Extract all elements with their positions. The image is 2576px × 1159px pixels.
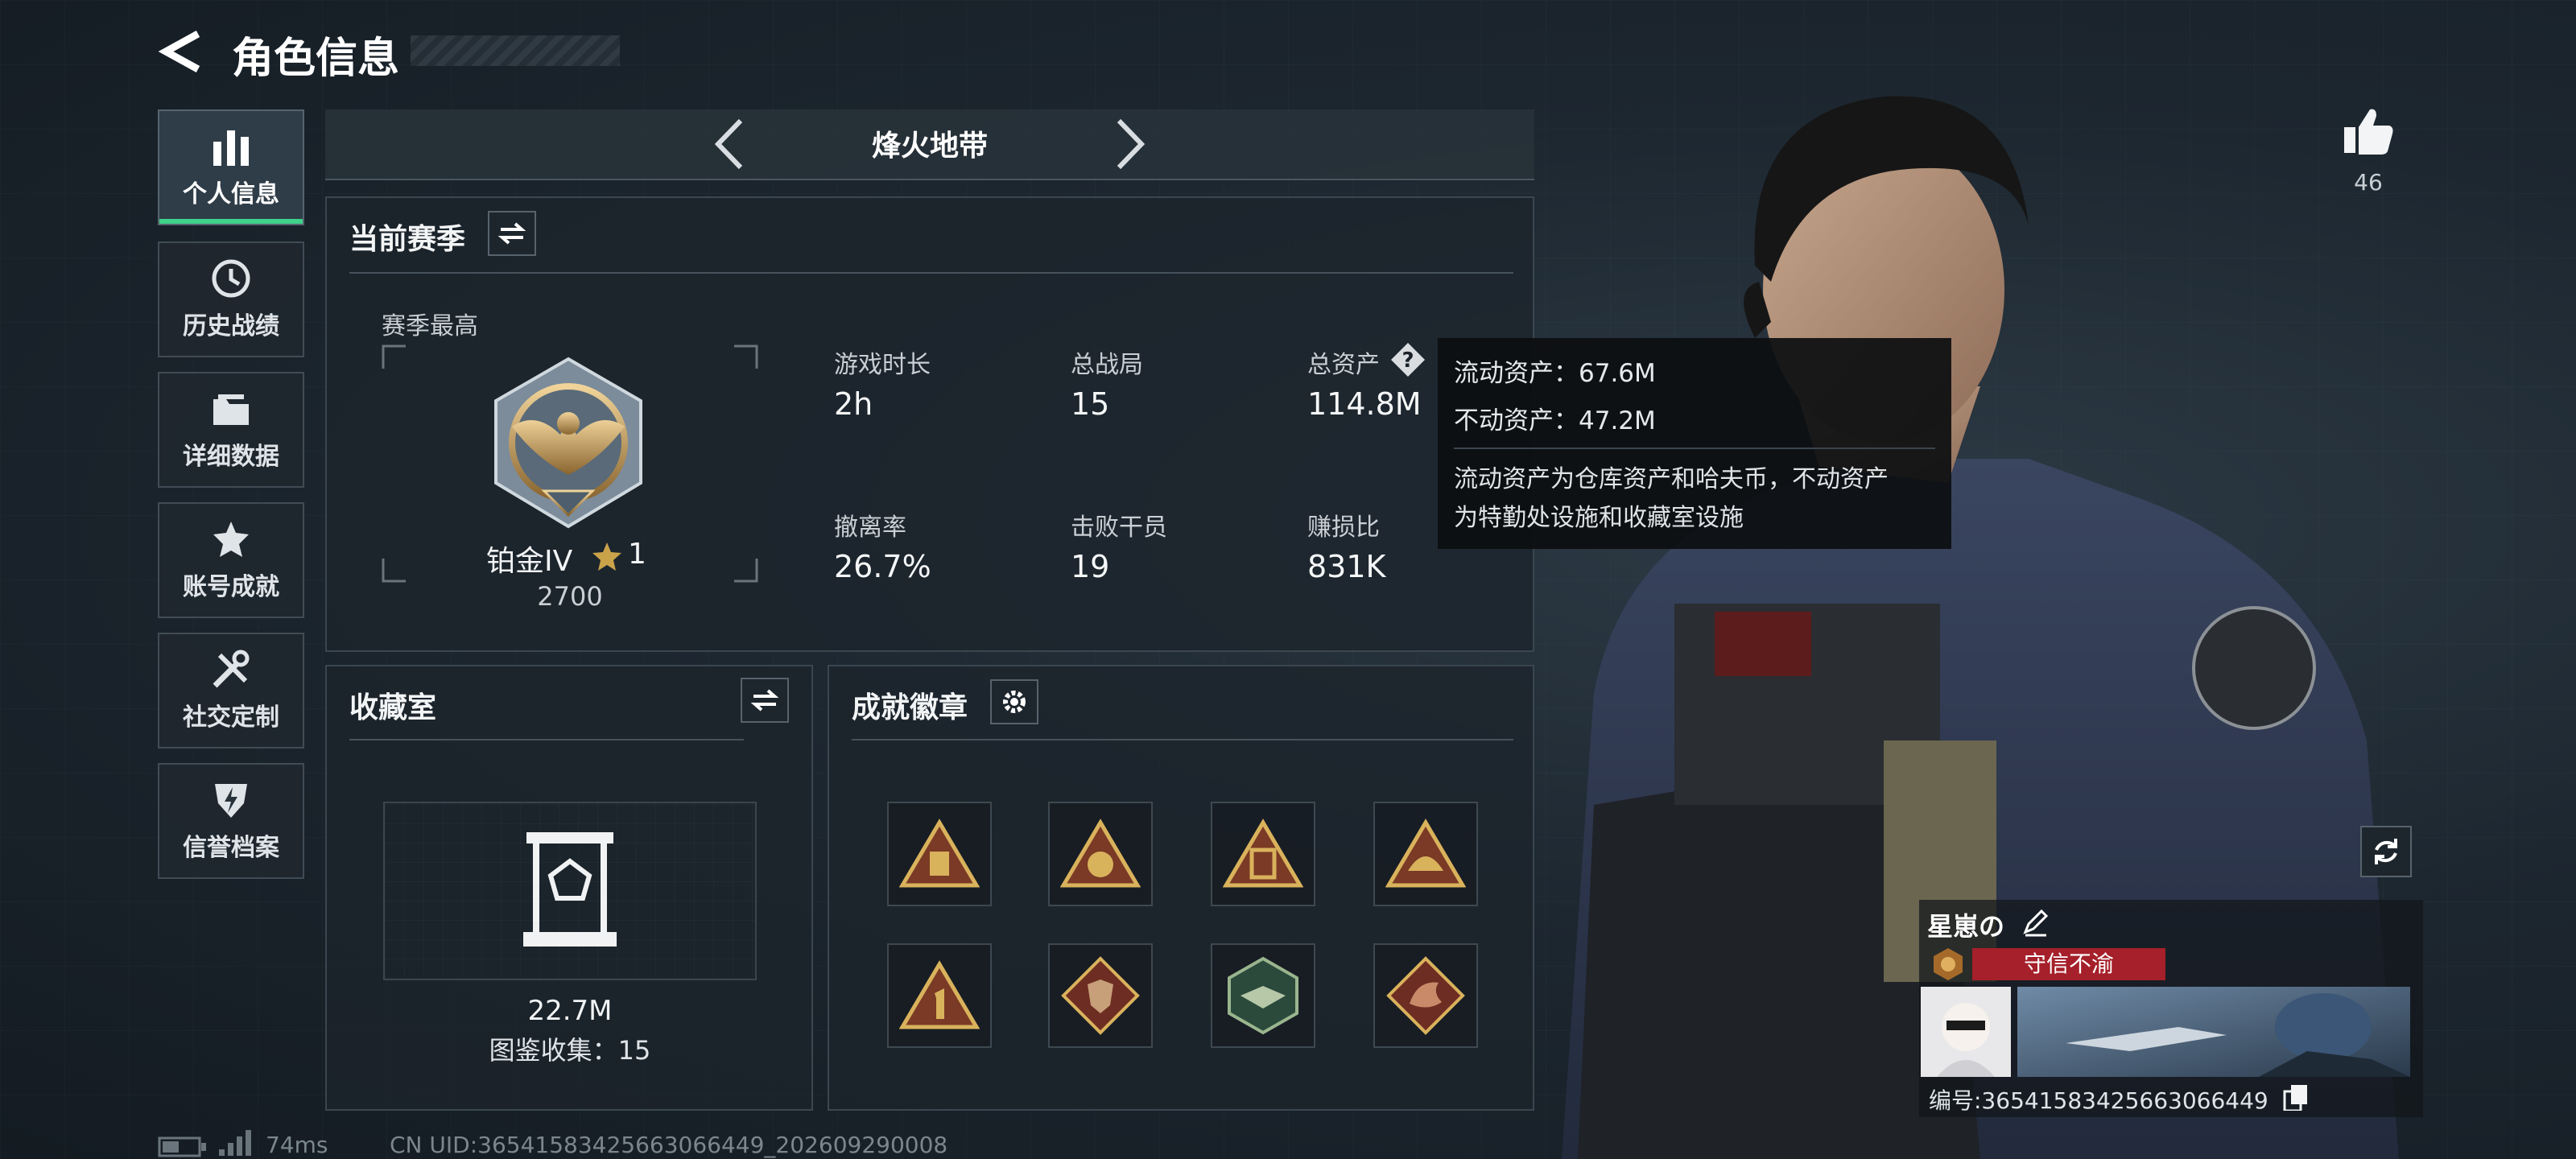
rotate-button[interactable] bbox=[2360, 826, 2412, 877]
sidebar-item-social[interactable]: 社交定制 bbox=[158, 633, 304, 749]
battery-icon bbox=[158, 1136, 206, 1157]
rank-stars: 1 bbox=[628, 538, 646, 571]
tooltip-fixed-assets: 不动资产：47.2M bbox=[1454, 406, 1656, 435]
sidebar-item-personal-info[interactable]: 个人信息 bbox=[158, 109, 304, 225]
tools-icon bbox=[213, 650, 250, 688]
rank-name: 铂金IV bbox=[486, 545, 573, 578]
achievement-badge-5[interactable] bbox=[887, 943, 992, 1048]
stat-value-profit-ratio: 831K bbox=[1307, 549, 1386, 584]
sidebar-item-label: 社交定制 bbox=[183, 703, 279, 732]
sidebar-item-details[interactable]: 详细数据 bbox=[158, 372, 304, 488]
player-banner bbox=[2017, 987, 2410, 1077]
player-avatar[interactable] bbox=[1921, 987, 2011, 1077]
triangle-badge-icon bbox=[899, 819, 980, 888]
stat-value-total-assets: 114.8M bbox=[1307, 386, 1422, 422]
achievements-divider bbox=[852, 739, 1513, 740]
chevron-left-icon[interactable] bbox=[712, 118, 747, 171]
page-title: 角色信息 bbox=[232, 35, 400, 83]
tooltip-liquid-assets: 流动资产：67.6M bbox=[1454, 359, 1656, 388]
mode-label: 烽火地带 bbox=[871, 130, 988, 163]
shield-lightning-icon bbox=[215, 784, 247, 818]
collection-count: 图鉴收集：15 bbox=[489, 1035, 651, 1066]
collection-swap-button[interactable] bbox=[741, 678, 789, 723]
hexagon-eagle-badge-icon bbox=[1228, 956, 1298, 1035]
achievement-badge-4[interactable] bbox=[1373, 802, 1478, 906]
swap-arrows-icon bbox=[497, 222, 526, 245]
rank-emblem-icon bbox=[494, 357, 642, 529]
assets-tooltip: 流动资产：67.6M 不动资产：47.2M 流动资产为仓库资产和哈夫币，不动资产… bbox=[1438, 338, 1951, 549]
sidebar-item-history[interactable]: 历史战绩 bbox=[158, 241, 304, 357]
collection-value: 22.7M bbox=[527, 995, 613, 1027]
triangle-badge-icon bbox=[1223, 819, 1303, 888]
svg-text:?: ? bbox=[1402, 349, 1414, 373]
back-arrow-icon[interactable] bbox=[158, 27, 206, 76]
signal-icon bbox=[219, 1130, 251, 1156]
refresh-icon bbox=[2375, 839, 2397, 864]
active-indicator bbox=[159, 219, 303, 224]
stat-label-total-assets: 总资产 bbox=[1307, 351, 1380, 379]
tooltip-desc-line1: 流动资产为仓库资产和哈夫币，不动资产 bbox=[1454, 465, 1889, 493]
edit-pencil-icon[interactable] bbox=[2021, 908, 2050, 937]
bar-chart-icon bbox=[213, 130, 249, 166]
triangle-badge-icon bbox=[1060, 819, 1141, 888]
stat-value-playtime: 2h bbox=[834, 386, 873, 422]
sidebar-item-label: 信誉档案 bbox=[183, 834, 279, 862]
achievement-star-icon bbox=[213, 522, 249, 557]
swap-arrows-icon bbox=[750, 689, 779, 711]
ping-text: 74ms bbox=[266, 1132, 328, 1158]
uid-text: CN UID:36541583425663066449_202609290008 bbox=[390, 1132, 948, 1158]
season-title: 当前赛季 bbox=[349, 223, 466, 256]
copy-icon[interactable] bbox=[2283, 1083, 2309, 1111]
stat-value-extract-rate: 26.7% bbox=[834, 549, 931, 584]
sidebar-item-label: 详细数据 bbox=[183, 443, 279, 471]
folder-icon bbox=[213, 394, 249, 425]
diamond-wolf-badge-icon bbox=[1061, 956, 1140, 1035]
sidebar-item-achievements[interactable]: 账号成就 bbox=[158, 502, 304, 618]
stat-label-matches: 总战局 bbox=[1071, 351, 1143, 379]
achievement-badge-2[interactable] bbox=[1048, 802, 1153, 906]
display-case-icon bbox=[523, 832, 617, 947]
season-best-label: 赛季最高 bbox=[382, 312, 478, 340]
help-question-icon[interactable]: ? bbox=[1389, 341, 1426, 378]
achievement-badge-7[interactable] bbox=[1211, 943, 1315, 1048]
achievement-badge-6[interactable] bbox=[1048, 943, 1153, 1048]
collection-title: 收藏室 bbox=[349, 691, 437, 724]
chevron-right-icon[interactable] bbox=[1113, 118, 1148, 171]
sidebar-item-label: 账号成就 bbox=[183, 573, 279, 601]
achievement-badge-3[interactable] bbox=[1211, 802, 1315, 906]
title-emblem-icon bbox=[1934, 948, 1963, 980]
player-id: 编号:3654158342566306644​9 bbox=[1929, 1087, 2268, 1114]
stat-label-kills: 击败干员 bbox=[1071, 514, 1167, 542]
stat-value-kills: 19 bbox=[1071, 549, 1110, 584]
season-divider bbox=[349, 272, 1513, 274]
stat-label-profit-ratio: 赚损比 bbox=[1307, 514, 1380, 542]
achievements-settings-button[interactable] bbox=[990, 679, 1038, 724]
thumbs-up-icon[interactable] bbox=[2341, 105, 2396, 156]
season-swap-button[interactable] bbox=[488, 211, 536, 256]
achievement-badge-1[interactable] bbox=[887, 802, 992, 906]
rank-points: 2700 bbox=[537, 581, 603, 612]
triangle-badge-icon bbox=[899, 960, 980, 1029]
star-icon bbox=[592, 542, 621, 571]
gear-icon bbox=[1003, 691, 1026, 713]
tooltip-divider bbox=[1454, 448, 1935, 449]
triangle-badge-icon bbox=[1385, 819, 1466, 888]
player-name: 星崽の bbox=[1927, 911, 2005, 942]
achievement-badge-8[interactable] bbox=[1373, 943, 1478, 1048]
sidebar-item-reputation[interactable]: 信誉档案 bbox=[158, 763, 304, 879]
stat-label-extract-rate: 撤离率 bbox=[834, 514, 906, 542]
sidebar-item-label: 个人信息 bbox=[183, 180, 279, 208]
likes-count: 46 bbox=[2354, 169, 2383, 196]
title-badge: 守信不渝 bbox=[1972, 948, 2165, 980]
sidebar-item-label: 历史战绩 bbox=[183, 312, 279, 340]
collection-divider bbox=[349, 739, 744, 740]
stat-value-matches: 15 bbox=[1071, 386, 1110, 422]
achievements-title: 成就徽章 bbox=[852, 691, 968, 724]
stat-label-playtime: 游戏时长 bbox=[834, 351, 931, 379]
diamond-dragon-badge-icon bbox=[1386, 956, 1465, 1035]
title-decoration bbox=[411, 35, 620, 66]
history-clock-icon bbox=[212, 259, 250, 298]
tooltip-desc-line2: 为特勤处设施和收藏室设施 bbox=[1454, 504, 1744, 532]
